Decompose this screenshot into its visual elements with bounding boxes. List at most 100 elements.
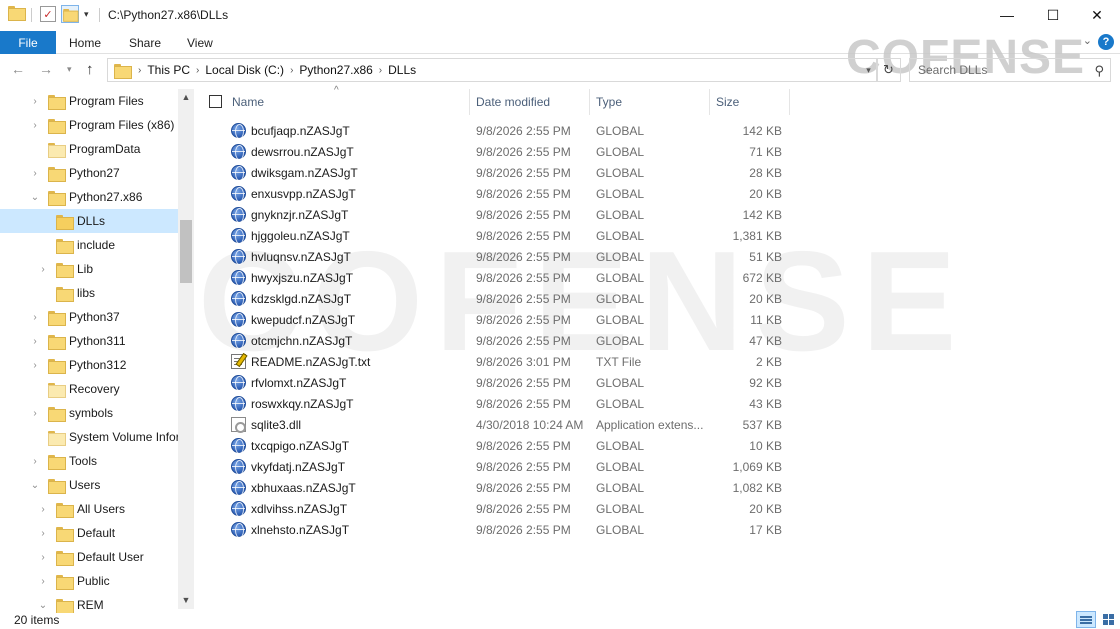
- file-row[interactable]: otcmjchn.nZASJgT 9/8/2026 2:55 PM GLOBAL 47…: [196, 330, 796, 351]
- breadcrumb-python27x86[interactable]: Python27.x86: [293, 63, 378, 77]
- forward-arrow-icon[interactable]: →: [39, 61, 53, 77]
- chevron-right-icon[interactable]: ›: [30, 360, 40, 371]
- maximize-button[interactable]: ☐: [1030, 0, 1076, 30]
- sidebar-item[interactable]: System Volume Infor: [0, 425, 180, 449]
- chevron-right-icon[interactable]: ›: [30, 312, 40, 323]
- sidebar-item[interactable]: › Python27: [0, 161, 178, 185]
- column-divider[interactable]: [589, 89, 590, 115]
- sidebar-item[interactable]: › Tools: [0, 449, 178, 473]
- file-row[interactable]: hvluqnsv.nZASJgT 9/8/2026 2:55 PM GLOBAL 51…: [196, 246, 796, 267]
- address-dropdown-chevron-icon[interactable]: ▾: [860, 58, 878, 82]
- column-divider[interactable]: [709, 89, 710, 115]
- tab-file[interactable]: File: [0, 31, 56, 54]
- up-arrow-icon[interactable]: ↑: [86, 61, 94, 78]
- chevron-right-icon[interactable]: ›: [30, 456, 40, 467]
- recent-locations-chevron-icon[interactable]: ▾: [67, 64, 72, 75]
- breadcrumb-dlls[interactable]: DLLs: [382, 63, 422, 77]
- file-row[interactable]: hjggoleu.nZASJgT 9/8/2026 2:55 PM GLOBAL 1,…: [196, 225, 796, 246]
- properties-icon[interactable]: ✓: [40, 6, 56, 22]
- column-divider[interactable]: [789, 89, 790, 115]
- file-row[interactable]: kdzsklgd.nZASJgT 9/8/2026 2:55 PM GLOBAL 20…: [196, 288, 796, 309]
- sidebar-item[interactable]: › Public: [0, 569, 178, 593]
- sidebar-item[interactable]: DLLs: [0, 209, 178, 233]
- sidebar-item[interactable]: › Python312: [0, 353, 178, 377]
- customize-quick-access-chevron-icon[interactable]: ▾: [84, 9, 89, 20]
- refresh-icon[interactable]: ↻: [877, 58, 901, 82]
- column-type[interactable]: Type: [596, 95, 622, 109]
- chevron-right-icon[interactable]: ›: [38, 504, 48, 515]
- file-row[interactable]: xdlvihss.nZASJgT 9/8/2026 2:55 PM GLOBAL 20…: [196, 498, 796, 519]
- file-row[interactable]: dwiksgam.nZASJgT 9/8/2026 2:55 PM GLOBAL 28…: [196, 162, 796, 183]
- sidebar-item[interactable]: › Lib: [0, 257, 178, 281]
- chevron-right-icon[interactable]: ›: [30, 96, 40, 107]
- chevron-down-icon[interactable]: ⌄: [30, 192, 40, 203]
- file-row[interactable]: hwyxjszu.nZASJgT 9/8/2026 2:55 PM GLOBAL 67…: [196, 267, 796, 288]
- sidebar-item[interactable]: ProgramData: [0, 137, 178, 161]
- file-row[interactable]: sqlite3.dll 4/30/2018 10:24 AM Application…: [196, 414, 796, 435]
- scroll-down-icon[interactable]: ▼: [178, 595, 194, 605]
- sidebar-item[interactable]: › ↗ All Users: [0, 497, 178, 521]
- file-row[interactable]: vkyfdatj.nZASJgT 9/8/2026 2:55 PM GLOBAL 1,…: [196, 456, 796, 477]
- file-row[interactable]: txcqpigo.nZASJgT 9/8/2026 2:55 PM GLOBAL 10…: [196, 435, 796, 456]
- new-folder-icon[interactable]: [61, 5, 79, 23]
- sidebar-item[interactable]: libs: [0, 281, 178, 305]
- file-row[interactable]: rfvlomxt.nZASJgT 9/8/2026 2:55 PM GLOBAL 92…: [196, 372, 796, 393]
- chevron-right-icon[interactable]: ›: [30, 120, 40, 131]
- file-row[interactable]: kwepudcf.nZASJgT 9/8/2026 2:55 PM GLOBAL 11…: [196, 309, 796, 330]
- select-all-checkbox[interactable]: [209, 95, 222, 108]
- column-name[interactable]: Name: [232, 95, 264, 109]
- file-row[interactable]: xbhuxaas.nZASJgT 9/8/2026 2:55 PM GLOBAL 1,…: [196, 477, 796, 498]
- scroll-up-icon[interactable]: ▲: [178, 92, 194, 102]
- file-row[interactable]: README.nZASJgT.txt 9/8/2026 3:01 PM TXT Fi…: [196, 351, 796, 372]
- search-input[interactable]: Search DLLs: [918, 63, 987, 77]
- column-size[interactable]: Size: [716, 95, 739, 109]
- back-arrow-icon[interactable]: ←: [11, 61, 25, 77]
- file-row[interactable]: roswxkqy.nZASJgT 9/8/2026 2:55 PM GLOBAL 43…: [196, 393, 796, 414]
- chevron-right-icon[interactable]: ›: [38, 576, 48, 587]
- sidebar-item[interactable]: › Program Files: [0, 89, 178, 113]
- search-box[interactable]: Search DLLs ⚲: [909, 58, 1111, 82]
- large-icons-view-button[interactable]: [1098, 611, 1118, 628]
- sidebar-item[interactable]: › Python311: [0, 329, 178, 353]
- chevron-right-icon[interactable]: ›: [30, 168, 40, 179]
- column-divider[interactable]: [469, 89, 470, 115]
- breadcrumb-local-disk[interactable]: Local Disk (C:): [199, 63, 290, 77]
- sidebar-item-label: DLLs: [77, 214, 106, 228]
- column-date-modified[interactable]: Date modified: [476, 95, 550, 109]
- file-row[interactable]: enxusvpp.nZASJgT 9/8/2026 2:55 PM GLOBAL 20…: [196, 183, 796, 204]
- sidebar-item[interactable]: › Python37: [0, 305, 178, 329]
- chevron-right-icon[interactable]: ›: [38, 552, 48, 563]
- sidebar-item[interactable]: › ↗ Default User: [0, 545, 178, 569]
- close-button[interactable]: ✕: [1074, 0, 1120, 30]
- file-row[interactable]: xlnehsto.nZASJgT 9/8/2026 2:55 PM GLOBAL 17…: [196, 519, 796, 540]
- sidebar-item[interactable]: include: [0, 233, 178, 257]
- chevron-right-icon[interactable]: ›: [30, 408, 40, 419]
- sidebar-item[interactable]: ⌄ Users: [0, 473, 178, 497]
- chevron-down-icon[interactable]: ⌄: [30, 480, 40, 491]
- tab-share[interactable]: Share: [129, 36, 161, 50]
- chevron-right-icon[interactable]: ›: [38, 528, 48, 539]
- file-row[interactable]: dewsrrou.nZASJgT 9/8/2026 2:55 PM GLOBAL 71…: [196, 141, 796, 162]
- file-row[interactable]: gnyknzjr.nZASJgT 9/8/2026 2:55 PM GLOBAL 14…: [196, 204, 796, 225]
- breadcrumb-this-pc[interactable]: This PC: [141, 63, 196, 77]
- file-name: rfvlomxt.nZASJgT: [251, 376, 347, 390]
- navigation-pane[interactable]: › Program Files › Program Files (x86) Progra…: [0, 89, 196, 613]
- sidebar-item[interactable]: › Program Files (x86): [0, 113, 178, 137]
- tab-view[interactable]: View: [187, 36, 213, 50]
- chevron-right-icon[interactable]: ›: [30, 336, 40, 347]
- minimize-button[interactable]: —: [984, 0, 1030, 30]
- sidebar-item[interactable]: ⌄ Python27.x86: [0, 185, 178, 209]
- address-bar[interactable]: › This PC › Local Disk (C:) › Python27.x…: [107, 58, 877, 82]
- navigation-pane-scrollbar[interactable]: ▲ ▼: [178, 89, 194, 609]
- sidebar-item[interactable]: › Default: [0, 521, 178, 545]
- file-row[interactable]: bcufjaqp.nZASJgT 9/8/2026 2:55 PM GLOBAL 14…: [196, 120, 796, 141]
- title-bar: ✓ ▾ C:\Python27.x86\DLLs — ☐ ✕: [0, 0, 1120, 31]
- sidebar-item[interactable]: › symbols: [0, 401, 178, 425]
- chevron-right-icon[interactable]: ›: [38, 264, 48, 275]
- search-icon[interactable]: ⚲: [1094, 63, 1104, 79]
- sidebar-item[interactable]: Recovery: [0, 377, 178, 401]
- details-view-button[interactable]: [1076, 611, 1096, 628]
- help-icon[interactable]: ?: [1098, 34, 1114, 50]
- scrollbar-thumb[interactable]: [180, 220, 192, 283]
- tab-home[interactable]: Home: [69, 36, 101, 50]
